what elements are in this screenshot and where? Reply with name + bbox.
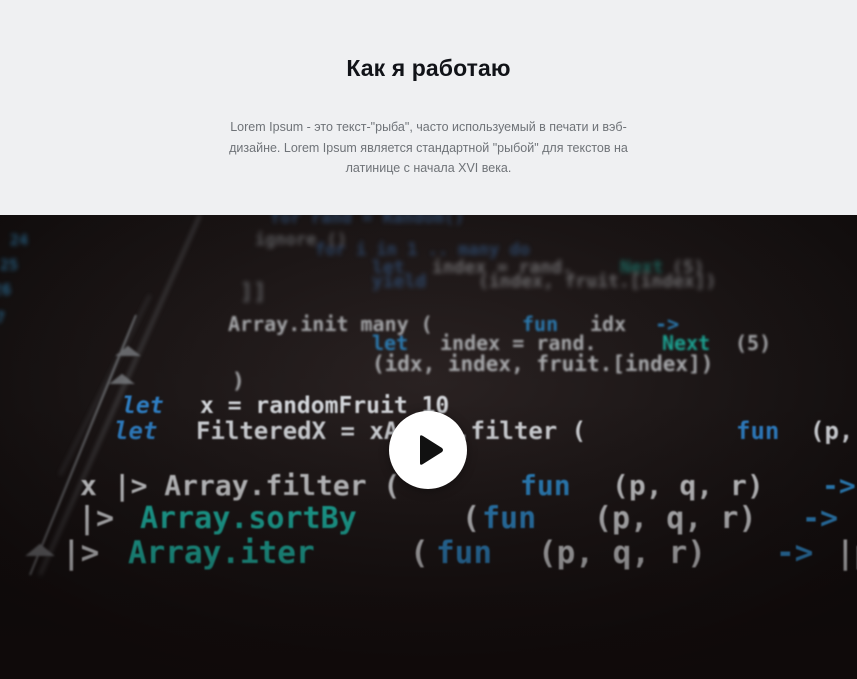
svg-text:]]: ]] bbox=[240, 280, 267, 305]
svg-text:25: 25 bbox=[0, 256, 18, 274]
svg-text:fun: fun bbox=[436, 535, 492, 571]
svg-text:Array.iter: Array.iter bbox=[128, 535, 315, 571]
svg-text:): ) bbox=[232, 369, 245, 393]
svg-text:(idx, index, fruit.[index]): (idx, index, fruit.[index]) bbox=[372, 352, 713, 376]
svg-text:Array.sortBy: Array.sortBy bbox=[140, 501, 357, 536]
svg-text:fun: fun bbox=[736, 417, 779, 445]
svg-text:(p,: (p, bbox=[810, 417, 853, 445]
svg-text:|p: |p bbox=[836, 535, 857, 571]
svg-text:->: -> bbox=[802, 501, 838, 536]
svg-text:|>: |> bbox=[62, 535, 99, 571]
svg-text:(index, fruit.[index]): (index, fruit.[index]) bbox=[478, 271, 716, 292]
section-title: Как я работаю bbox=[346, 55, 511, 81]
video-player[interactable]: for rand = Random() ignore () for i in 1… bbox=[0, 215, 857, 679]
section-description: Lorem Ipsum - это текст-"рыба", часто ис… bbox=[229, 120, 628, 175]
svg-text:x |> Array.filter (: x |> Array.filter ( bbox=[80, 469, 400, 502]
svg-text:yield: yield bbox=[372, 271, 426, 292]
svg-text:for rand = Random(): for rand = Random() bbox=[270, 215, 464, 228]
svg-text:|>: |> bbox=[78, 501, 114, 536]
svg-text:->: -> bbox=[822, 469, 856, 502]
svg-text:(p, q, r): (p, q, r) bbox=[594, 501, 757, 536]
svg-text:24: 24 bbox=[10, 231, 28, 249]
svg-text:(5): (5) bbox=[735, 331, 771, 355]
intro-section: Как я работаю Lorem Ipsum - это текст-"р… bbox=[0, 0, 857, 215]
svg-text:let: let bbox=[122, 393, 164, 419]
svg-text:(: ( bbox=[410, 535, 429, 571]
svg-text:fun: fun bbox=[482, 501, 536, 536]
svg-text:let: let bbox=[114, 417, 157, 445]
play-icon bbox=[420, 435, 443, 465]
svg-text:26: 26 bbox=[0, 280, 11, 299]
svg-text:(p, q, r): (p, q, r) bbox=[612, 469, 764, 502]
svg-text:(: ( bbox=[462, 501, 480, 536]
svg-text:(p, q, r): (p, q, r) bbox=[538, 535, 706, 571]
play-button[interactable] bbox=[389, 411, 467, 489]
svg-text:->: -> bbox=[776, 535, 813, 571]
svg-text:27: 27 bbox=[0, 308, 5, 327]
svg-text:fun: fun bbox=[520, 469, 571, 502]
